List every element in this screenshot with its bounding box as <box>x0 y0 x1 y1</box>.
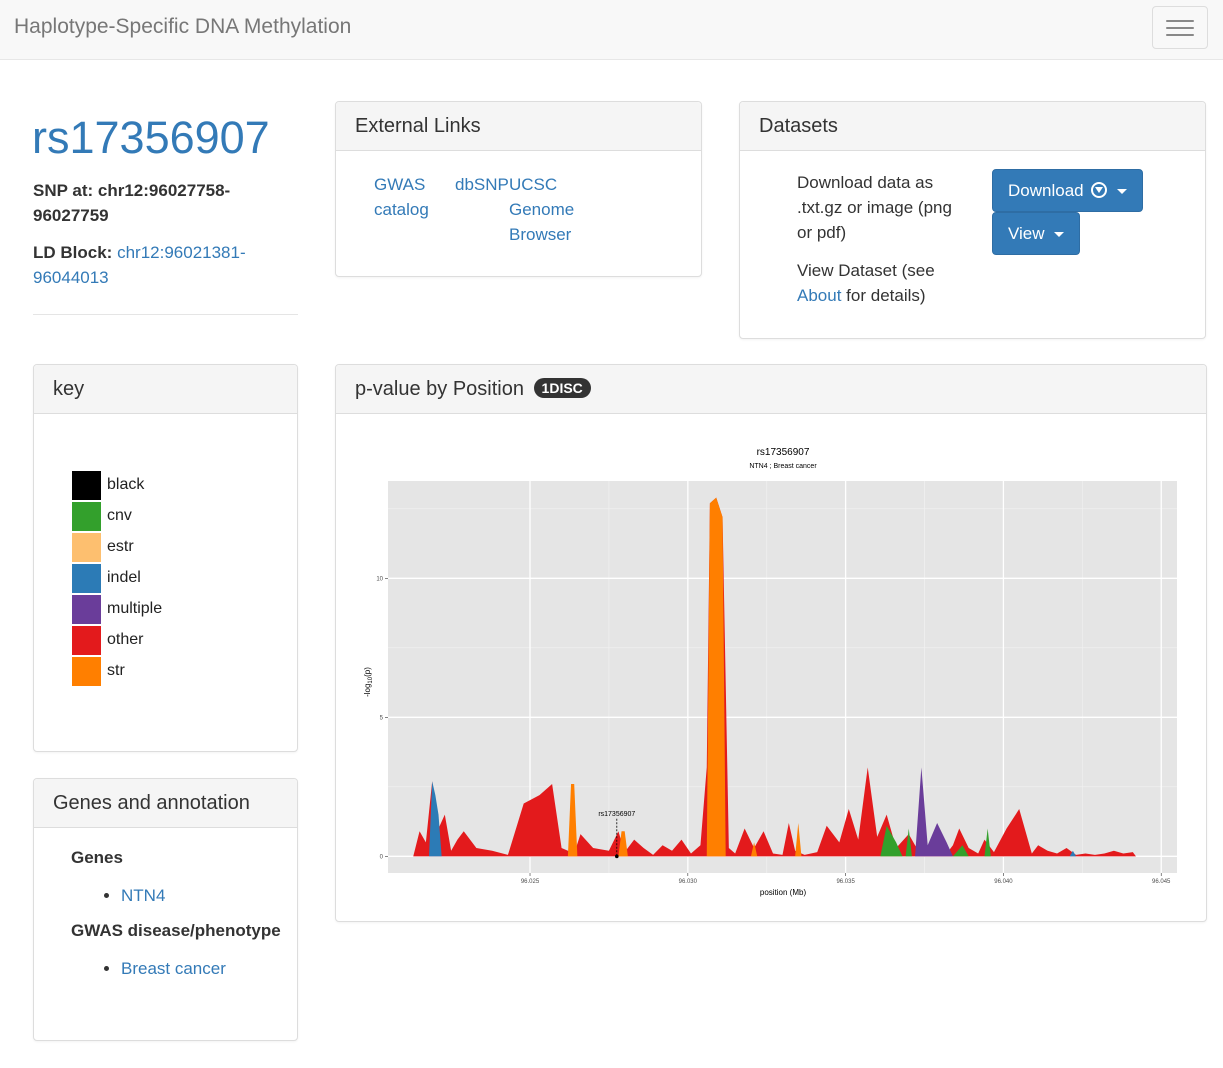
x-tick-label: 96.040 <box>994 879 1013 885</box>
navbar: Haplotype-Specific DNA Methylation <box>0 0 1223 60</box>
ld-block: LD Block: chr12:96021381-96044013 <box>33 240 293 290</box>
download-description: Download data as .txt.gz or image (png o… <box>797 173 952 242</box>
plot-panel-title: p-value by Position <box>355 378 524 400</box>
gene-link[interactable]: NTN4 <box>121 886 165 905</box>
gwas-catalog-link[interactable]: GWAS catalog <box>374 172 444 222</box>
dbsnp-link[interactable]: dbSNP <box>455 172 509 197</box>
chart-subtitle: NTN4 ; Breast cancer <box>749 463 817 470</box>
hamburger-menu-icon[interactable] <box>1152 6 1208 49</box>
gwas-heading: GWAS disease/phenotype <box>71 921 281 940</box>
download-button[interactable]: Download <box>992 169 1144 212</box>
swatch <box>72 626 101 655</box>
genes-list: NTN4 <box>71 883 291 908</box>
download-circle-icon <box>1091 182 1108 198</box>
plot-panel-heading: p-value by Position 1DISC <box>336 365 1206 414</box>
ld-block-label: LD Block: <box>33 243 113 262</box>
genes-panel: Genes and annotation Genes NTN4 GWAS dis… <box>33 778 298 1041</box>
genes-title: Genes and annotation <box>34 779 297 828</box>
external-links-panel: External Links GWAS catalog dbSNP UCSC G… <box>335 101 702 277</box>
swatch <box>72 657 101 686</box>
phenotype-link[interactable]: Breast cancer <box>121 959 226 978</box>
view-description: View Dataset (see About for details) <box>797 261 935 305</box>
y-tick-label: 5 <box>380 715 384 721</box>
view-button[interactable]: View <box>992 212 1081 255</box>
swatch <box>72 595 101 624</box>
dataset-badge: 1DISC <box>533 378 591 398</box>
caret-down-icon <box>1054 232 1065 238</box>
list-item: NTN4 <box>121 883 291 908</box>
area-str <box>706 497 726 857</box>
x-tick-label: 96.035 <box>836 879 855 885</box>
pvalue-chart: rs17356907 NTN4 ; Breast cancer rs173569… <box>363 447 1177 897</box>
about-link[interactable]: About <box>797 286 841 305</box>
ucsc-genome-browser-link[interactable]: UCSC Genome Browser <box>509 172 581 247</box>
datasets-panel: Datasets Download data as .txt.gz or ima… <box>739 101 1206 339</box>
swatch <box>72 502 101 531</box>
x-tick-label: 96.025 <box>521 879 540 885</box>
x-axis-label: position (Mb) <box>760 888 807 897</box>
genes-heading: Genes <box>71 848 123 867</box>
y-tick-label: 0 <box>380 854 384 860</box>
gwas-list: Breast cancer <box>71 956 291 981</box>
snp-title: rs17356907 <box>32 112 270 163</box>
navbar-brand[interactable]: Haplotype-Specific DNA Methylation <box>14 15 351 39</box>
key-title: key <box>34 365 297 414</box>
list-item: Breast cancer <box>121 956 291 981</box>
datasets-description: Download data as .txt.gz or image (png o… <box>797 170 967 308</box>
annotation-point <box>615 854 619 859</box>
key-panel: key black cnv estr indel multiple other … <box>33 364 298 752</box>
swatch <box>72 533 101 562</box>
divider <box>33 314 298 315</box>
snp-position: SNP at: chr12:96027758-96027759 <box>33 178 293 228</box>
swatch <box>72 471 101 500</box>
y-tick-label: 10 <box>376 576 383 582</box>
snp-position-label: SNP at: <box>33 181 94 200</box>
plot-background <box>388 481 1177 873</box>
datasets-title: Datasets <box>740 102 1205 151</box>
caret-down-icon <box>1117 189 1128 195</box>
swatch <box>72 564 101 593</box>
x-tick-label: 96.045 <box>1152 879 1171 885</box>
chart-title: rs17356907 <box>757 447 810 458</box>
x-tick-label: 96.030 <box>679 879 698 885</box>
plot-panel: p-value by Position 1DISC rs17356907 NTN… <box>335 364 1207 922</box>
external-links-title: External Links <box>336 102 701 151</box>
annotation-label: rs17356907 <box>598 811 635 818</box>
y-axis-label: -log10(p) <box>363 667 374 697</box>
